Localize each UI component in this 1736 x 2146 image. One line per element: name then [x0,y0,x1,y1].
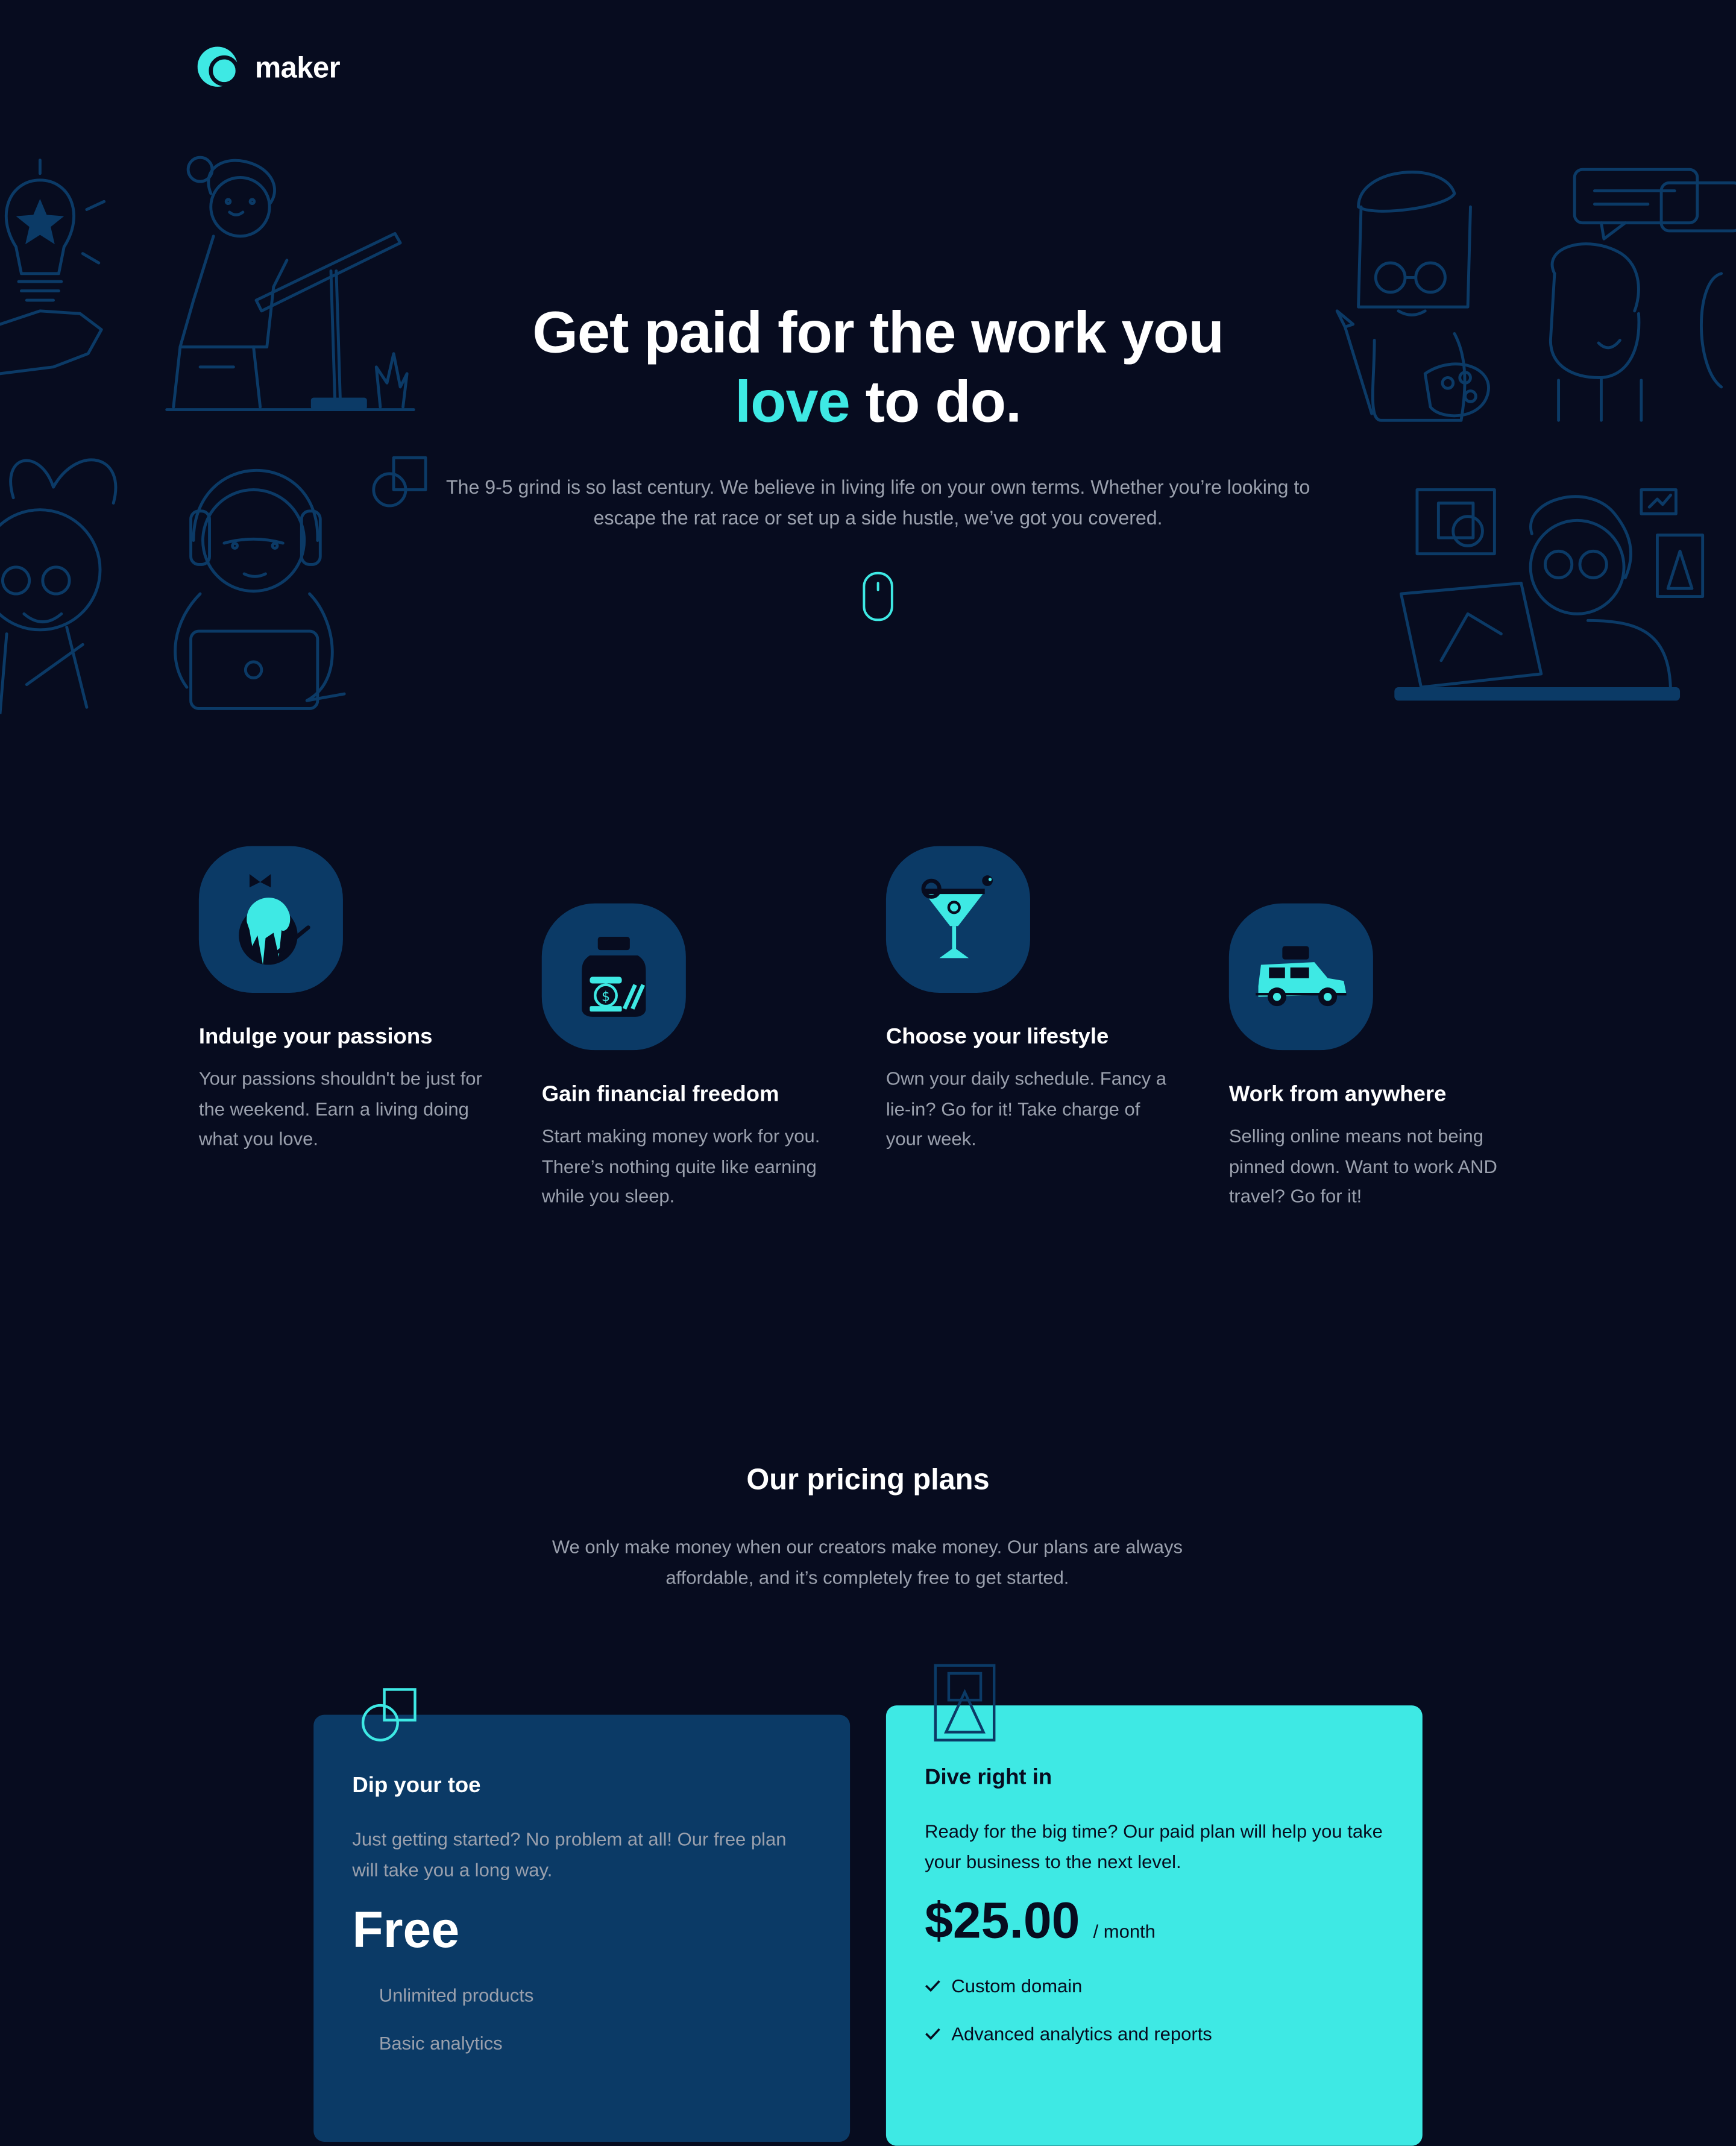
plan-feature-item: Custom domain [925,1969,1384,2001]
plan-price: $25.00 [925,1893,1080,1950]
feature-icon-box [198,846,343,993]
pricing-subtitle: We only make money when our creators mak… [552,1535,1183,1588]
shapes-icon [361,1688,417,1742]
hero-title-rest: to do. [849,370,1022,435]
plan-card-paid: Dive right in Ready for the big time? Ou… [885,1705,1423,2146]
feature-title: Indulge your passions [198,1025,433,1049]
plan-name: Dip your toe [352,1773,481,1798]
plan-feature-item: Basic analytics [379,2027,811,2059]
brand-name: maker [254,50,341,84]
plan-description: Just getting started? No problem at all!… [352,1828,787,1881]
hero-illustration-left [0,156,427,714]
plan-name: Dive right in [925,1765,1052,1790]
check-icon [925,1980,940,1992]
feature-text: Own your daily schedule. Fancy a lie-in?… [885,1067,1167,1149]
plan-feature-text: Unlimited products [379,1984,534,2006]
plan-features: Unlimited products Basic analytics [352,1979,811,2059]
plan-card-free: Dip your toe Just getting started? No pr… [313,1714,851,2142]
paint-brush-icon [239,873,310,965]
feature-text: Start making money work for you. There’s… [541,1125,820,1207]
plan-feature-item: Advanced analytics and reports [925,2018,1384,2050]
feature-text: Selling online means not being pinned do… [1228,1125,1497,1207]
triangle-frame-icon [934,1664,996,1742]
hero-title-accent: love [735,370,851,435]
feature-card: Choose your lifestyle Own your daily sch… [885,846,1180,1153]
plan-period: / month [1093,1920,1156,1942]
feature-icon-box: $ [541,903,686,1051]
feature-card: Work from anywhere Selling online means … [1228,903,1523,1211]
feature-title: Work from anywhere [1228,1082,1447,1107]
hero-title: Get paid for the work you love to do. [400,299,1356,438]
hero-title-line1: Get paid for the work you [532,300,1224,366]
cocktail-icon [921,875,993,958]
feature-title: Choose your lifestyle [885,1025,1109,1049]
check-icon [925,2028,940,2040]
feature-card: $ Gain financial freedom Start making mo… [541,903,835,1211]
plan-feature-item: Unlimited products [379,1979,811,2011]
feature-icon-box [1228,903,1373,1051]
logo-icon [197,46,240,87]
hero-illustration-right [1335,168,1736,701]
plan-price: Free [352,1902,460,1959]
plan-description: Ready for the big time? Our paid plan wi… [925,1820,1383,1872]
feature-card: Indulge your passions Your passions shou… [198,846,492,1153]
feature-icon-box [885,846,1030,993]
plan-features: Custom domain Advanced analytics and rep… [925,1969,1384,2050]
plan-feature-text: Basic analytics [379,2032,503,2054]
plan-feature-text: Custom domain [951,1975,1083,1997]
plan-price-row: $25.00 / month [925,1893,1384,1951]
pricing-title: Our pricing plans [746,1462,990,1496]
feature-title: Gain financial freedom [541,1082,779,1107]
feature-text: Your passions shouldn't be just for the … [198,1067,482,1149]
scroll-down-mouse-icon[interactable] [862,571,894,621]
money-jar-icon: $ [582,937,646,1017]
car-icon [1256,946,1347,1007]
svg-text:$: $ [602,989,610,1004]
brand-logo[interactable]: maker [197,45,341,89]
hero-subtitle: The 9-5 grind is so last century. We bel… [445,477,1310,530]
plan-feature-text: Advanced analytics and reports [951,2022,1212,2045]
